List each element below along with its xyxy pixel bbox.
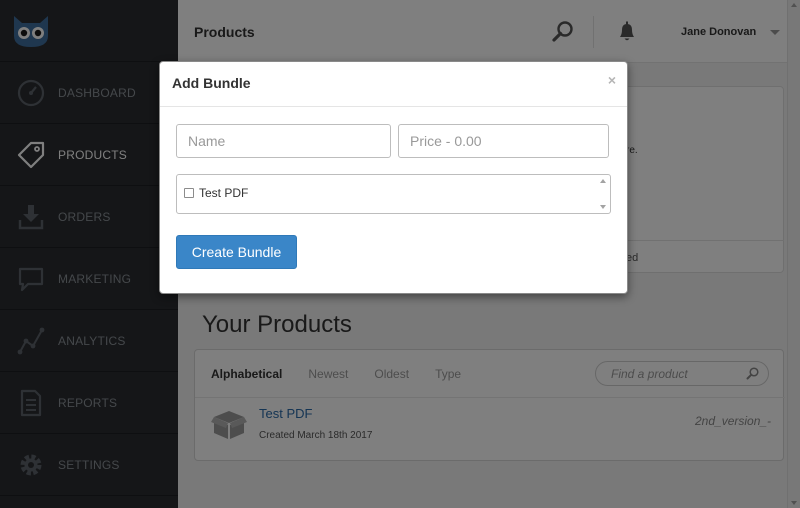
add-bundle-modal: Add Bundle × Name Price - 0.00 Test PDF …: [159, 61, 628, 294]
bundle-name-input[interactable]: Name: [176, 124, 391, 158]
scroll-down-arrow-icon[interactable]: [600, 205, 606, 209]
list-item-label: Test PDF: [199, 186, 249, 200]
product-checkbox[interactable]: [184, 188, 194, 198]
bundle-price-input[interactable]: Price - 0.00: [398, 124, 609, 158]
scroll-up-arrow-icon[interactable]: [600, 179, 606, 183]
list-item[interactable]: Test PDF: [184, 186, 248, 200]
create-bundle-button[interactable]: Create Bundle: [176, 235, 297, 269]
modal-title: Add Bundle: [172, 75, 251, 91]
product-select-list[interactable]: Test PDF: [176, 174, 611, 214]
modal-header: Add Bundle ×: [160, 62, 627, 107]
list-scrollbar[interactable]: [597, 175, 610, 213]
close-button[interactable]: ×: [608, 72, 616, 88]
